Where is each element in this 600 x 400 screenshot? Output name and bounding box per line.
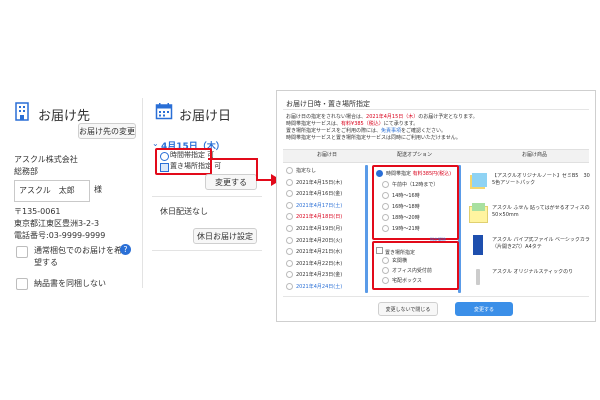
product-thumbnail	[468, 171, 488, 191]
product-item: アスクル ふせん 貼ってはがせるオフィスのふせん 50×50mm	[468, 201, 590, 229]
change-address-button[interactable]: お届け先の変更	[78, 123, 136, 139]
normal-packing-checkbox[interactable]	[16, 246, 28, 258]
radio-icon	[286, 271, 293, 279]
building-icon	[14, 101, 32, 121]
address-text: 東京都江東区豊洲3-2-3	[14, 219, 100, 228]
postal-code: 〒135-0061	[14, 207, 61, 216]
product-item: 【アスクルオリジナルノート】ゼミB5 30枚 5色アソートパック	[468, 169, 590, 197]
product-name: アスクル ふせん 貼ってはがせるオフィスのふせん 50×50mm	[492, 205, 590, 218]
department-name: 総務部	[14, 167, 38, 176]
date-option[interactable]: 2021年4月22日(木)	[286, 259, 343, 267]
honorific: 様	[94, 185, 102, 194]
disclaimer-link[interactable]: 免責事項	[381, 128, 401, 134]
middle-divider	[152, 196, 262, 197]
delivery-date-title: お届け日	[179, 109, 232, 124]
date-option[interactable]: 2021年4月23日(金)	[286, 271, 343, 279]
date-option[interactable]: 指定なし	[286, 167, 316, 174]
confirm-change-button[interactable]: 変更する	[455, 302, 513, 316]
radio-icon	[286, 248, 293, 256]
company-name: アスクル株式会社	[14, 155, 78, 164]
radio-icon	[286, 236, 293, 244]
date-option-label: 2021年4月19日(月)	[296, 226, 343, 232]
date-option[interactable]: 2021年4月16日(金)	[286, 190, 343, 198]
date-option[interactable]: 2021年4月18日(日)	[286, 213, 343, 221]
product-item: アスクル パイプ式ファイル ベーシックカラー （片開き2穴）A4タテ	[468, 233, 590, 261]
phone-number: 電話番号:03-9999-9999	[14, 231, 106, 240]
help-icon[interactable]: ?	[120, 244, 131, 255]
radio-icon	[286, 225, 293, 232]
close-without-change-button[interactable]: 変更しないで閉じる	[378, 302, 438, 316]
no-receipt-label: 納品書を同梱しない	[34, 279, 106, 288]
product-list: 【アスクルオリジナルノート】ゼミB5 30枚 5色アソートパックアスクル ふせん…	[466, 165, 591, 293]
date-option-label: 2021年4月23日(金)	[296, 272, 343, 279]
dialog-divider	[283, 109, 589, 110]
highlight-arrow	[208, 158, 281, 186]
radio-icon	[286, 178, 293, 186]
date-option[interactable]: 2021年4月20日(火)	[286, 236, 343, 244]
normal-packing-label-2: 望する	[34, 258, 58, 267]
date-option[interactable]: 2021年4月24日(土)	[286, 283, 342, 290]
date-option-label: 2021年4月22日(木)	[296, 260, 343, 267]
dialog-title: お届け日時・置き場所指定	[286, 100, 370, 108]
notice-line-3: 置き場所指定サービスをご利用の際には、免責事項をご確認ください。	[286, 128, 447, 134]
holiday-delivery-settings-button[interactable]: 休日お届け設定	[193, 228, 257, 244]
date-option-label: 指定なし	[296, 168, 317, 174]
col-header-date: お届け日	[317, 152, 338, 158]
date-option[interactable]: 2021年4月17日(土)	[286, 201, 343, 209]
date-option[interactable]: 2021年4月15日(木)	[286, 178, 343, 186]
holiday-delivery-text: 休日配送なし	[160, 207, 208, 216]
date-option-label: 2021年4月17日(土)	[296, 202, 343, 209]
radio-icon	[286, 201, 293, 209]
delivery-address-title: お届け先	[38, 109, 91, 124]
date-option[interactable]: 2021年4月21日(水)	[286, 248, 343, 256]
radio-icon	[286, 190, 293, 198]
notice-line-2: 時間帯指定サービスは、有料¥385（税込）にて承ります。	[286, 121, 419, 127]
col-header-options: 配送オプション	[397, 152, 433, 158]
no-receipt-checkbox[interactable]	[16, 278, 28, 290]
column-divider	[142, 98, 143, 288]
radio-icon	[286, 167, 293, 174]
chevron-down-icon[interactable]: ⌄	[152, 139, 159, 148]
date-option-label: 2021年4月18日(日)	[296, 214, 343, 221]
radio-icon	[286, 259, 293, 267]
delivery-datetime-dialog: お届け日時・置き場所指定 お届け日の指定をされない場合は、2021年4月15日（…	[276, 90, 596, 322]
time-slot-highlight	[372, 165, 459, 240]
date-option-label: 2021年4月16日(金)	[296, 191, 343, 198]
product-name: 【アスクルオリジナルノート】ゼミB5 30枚 5色アソートパック	[492, 173, 590, 186]
notice-line-1: お届け日の指定をされない場合は、2021年4月15日（木）のお届け予定となります…	[286, 114, 478, 120]
product-name: アスクル オリジナルスティックのり	[492, 269, 574, 275]
date-option-label: 2021年4月21日(水)	[296, 249, 343, 256]
date-list-scrollbar[interactable]	[365, 165, 368, 293]
product-name: アスクル パイプ式ファイル ベーシックカラー （片開き2穴）A4タテ	[492, 237, 590, 250]
dialog-footer-divider	[283, 296, 589, 297]
product-item: アスクル オリジナルスティックのり	[468, 265, 590, 293]
date-option-label: 2021年4月15日(木)	[296, 179, 343, 186]
date-option-label: 2021年4月20日(火)	[296, 237, 343, 244]
notice-line-4: 時間帯指定サービスと置き場所指定サービスは同時にご利用いただけません。	[286, 135, 461, 141]
normal-packing-label-1: 通常梱包でのお届けを希	[34, 246, 122, 255]
date-option[interactable]: 2021年4月19日(月)	[286, 225, 342, 232]
calendar-icon	[155, 102, 173, 120]
product-thumbnail	[468, 235, 488, 255]
product-thumbnail	[468, 267, 488, 287]
recipient-name-input[interactable]: アスクル 太郎	[14, 180, 90, 202]
radio-icon	[286, 283, 293, 290]
middle-divider-bottom	[152, 250, 262, 251]
date-option-label: 2021年4月24日(土)	[296, 284, 343, 290]
date-list: 指定なし 2021年4月15日(木) 2021年4月16日(金) 2021年4月17日…	[283, 163, 368, 291]
available-options-highlight	[155, 148, 212, 175]
place-highlight	[372, 241, 459, 290]
col-header-products: お届け商品	[522, 152, 548, 158]
product-thumbnail	[468, 203, 488, 223]
radio-icon	[286, 213, 293, 221]
